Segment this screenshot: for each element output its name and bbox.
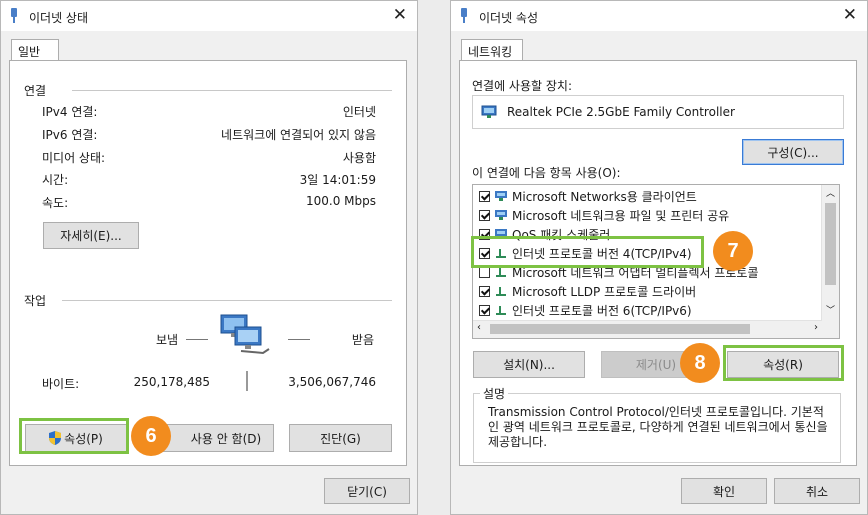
item-label: 인터넷 프로토콜 버전 6(TCP/IPv6) bbox=[512, 303, 692, 318]
protocol-icon bbox=[496, 287, 506, 296]
scrollbar-thumb[interactable] bbox=[490, 324, 750, 334]
activity-section-title: 작업 bbox=[24, 294, 47, 308]
ipv6-label: IPv6 연결: bbox=[42, 128, 98, 142]
duration-value: 3일 14:01:59 bbox=[299, 173, 376, 187]
protocol-icon bbox=[496, 306, 506, 315]
speed-value: 100.0 Mbps bbox=[305, 194, 376, 208]
network-client-icon bbox=[495, 210, 507, 220]
window-title: 이더넷 상태 bbox=[29, 11, 89, 25]
network-plug-icon bbox=[461, 8, 467, 23]
diagnose-button[interactable]: 진단(G) bbox=[289, 424, 392, 452]
cancel-button[interactable]: 취소 bbox=[774, 478, 860, 504]
install-button[interactable]: 설치(N)... bbox=[473, 351, 585, 378]
ipv6-value: 네트워크에 연결되어 있지 않음 bbox=[221, 128, 376, 142]
item-label: Microsoft Networks용 클라이언트 bbox=[512, 189, 697, 204]
highlight-box bbox=[471, 236, 704, 268]
scrollbar-thumb[interactable] bbox=[825, 203, 836, 285]
connect-using-label: 연결에 사용할 장치: bbox=[472, 79, 572, 93]
network-client-icon bbox=[495, 191, 507, 201]
tab-networking[interactable]: 네트워킹 bbox=[461, 39, 523, 61]
network-plug-icon bbox=[11, 8, 17, 23]
title-bar: 이더넷 속성 ✕ bbox=[451, 1, 867, 31]
bytes-received-value: 3,506,067,746 bbox=[288, 375, 376, 389]
description-group: 설명 Transmission Control Protocol/인터넷 프로토… bbox=[473, 385, 841, 463]
network-computers-icon bbox=[220, 314, 270, 355]
item-label: Microsoft 네트워크용 파일 및 프린터 공유 bbox=[512, 208, 730, 223]
received-label: 받음 bbox=[351, 333, 374, 347]
list-item[interactable]: Microsoft 네트워크용 파일 및 프린터 공유 bbox=[479, 206, 729, 224]
details-button[interactable]: 자세히(E)... bbox=[43, 222, 139, 249]
scrollbar-corner bbox=[822, 321, 839, 338]
sent-line bbox=[186, 339, 208, 340]
media-state-label: 미디어 상태: bbox=[42, 151, 106, 165]
highlight-box bbox=[19, 418, 129, 454]
step-badge-6: 6 bbox=[131, 416, 171, 456]
close-icon[interactable]: ✕ bbox=[393, 5, 407, 25]
horizontal-scrollbar[interactable]: ‹ › bbox=[473, 320, 822, 338]
divider bbox=[62, 300, 392, 301]
ipv4-value: 인터넷 bbox=[342, 105, 376, 119]
list-item[interactable]: 인터넷 프로토콜 버전 6(TCP/IPv6) bbox=[479, 301, 692, 319]
close-icon[interactable]: ✕ bbox=[843, 5, 857, 25]
general-panel: 연결 IPv4 연결: 인터넷 IPv6 연결: 네트워크에 연결되어 있지 않… bbox=[9, 60, 407, 466]
adapter-box: Realtek PCIe 2.5GbE Family Controller bbox=[472, 95, 844, 129]
title-bar: 이더넷 상태 ✕ bbox=[1, 1, 417, 31]
received-line bbox=[288, 339, 310, 340]
bytes-sent-value: 250,178,485 bbox=[133, 375, 210, 389]
media-state-value: 사용함 bbox=[342, 151, 376, 165]
window-title: 이더넷 속성 bbox=[479, 11, 539, 25]
item-checkbox[interactable] bbox=[479, 266, 490, 278]
vertical-scrollbar[interactable]: ︿ ﹀ bbox=[821, 185, 839, 338]
bytes-separator bbox=[246, 371, 248, 391]
close-button[interactable]: 닫기(C) bbox=[324, 478, 410, 504]
items-label: 이 연결에 다음 항목 사용(O): bbox=[472, 166, 621, 180]
item-checkbox[interactable] bbox=[479, 304, 490, 316]
tab-general[interactable]: 일반 bbox=[11, 39, 59, 61]
ipv4-label: IPv4 연결: bbox=[42, 105, 98, 119]
step-badge-7: 7 bbox=[713, 231, 753, 271]
sent-label: 보냄 bbox=[156, 333, 179, 347]
list-item[interactable]: Microsoft Networks용 클라이언트 bbox=[479, 187, 697, 205]
description-legend: 설명 bbox=[480, 385, 509, 402]
bytes-label: 바이트: bbox=[42, 377, 80, 391]
duration-label: 시간: bbox=[42, 173, 69, 187]
item-checkbox[interactable] bbox=[479, 190, 490, 202]
disable-button[interactable]: 사용 안 함(D) bbox=[160, 424, 274, 452]
scroll-left-icon[interactable]: ‹ bbox=[477, 322, 481, 333]
speed-label: 속도: bbox=[42, 196, 69, 210]
adapter-name: Realtek PCIe 2.5GbE Family Controller bbox=[507, 105, 735, 119]
item-checkbox[interactable] bbox=[479, 285, 490, 297]
configure-button[interactable]: 구성(C)... bbox=[742, 139, 844, 165]
list-item[interactable]: Microsoft LLDP 프로토콜 드라이버 bbox=[479, 282, 696, 300]
ok-button[interactable]: 확인 bbox=[681, 478, 767, 504]
network-adapter-icon bbox=[481, 105, 497, 118]
item-label: Microsoft LLDP 프로토콜 드라이버 bbox=[512, 284, 697, 299]
item-checkbox[interactable] bbox=[479, 209, 490, 221]
step-badge-8: 8 bbox=[680, 343, 720, 383]
description-text: Transmission Control Protocol/인터넷 프로토콜입니… bbox=[488, 405, 828, 449]
scroll-up-icon[interactable]: ︿ bbox=[826, 186, 835, 199]
scroll-down-icon[interactable]: ﹀ bbox=[826, 303, 835, 316]
highlight-box bbox=[723, 345, 844, 381]
divider bbox=[72, 90, 392, 91]
connection-section-title: 연결 bbox=[24, 84, 47, 98]
scroll-right-icon[interactable]: › bbox=[814, 322, 818, 333]
